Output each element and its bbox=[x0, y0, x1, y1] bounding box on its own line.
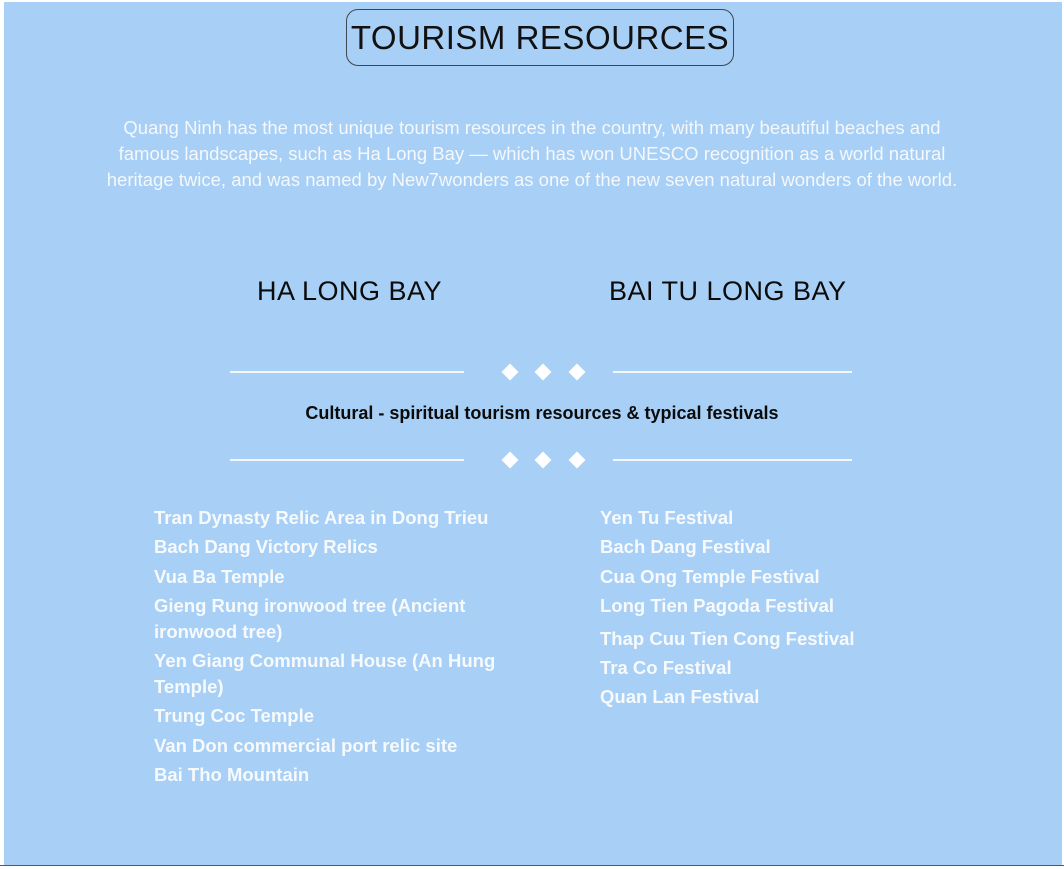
intro-paragraph: Quang Ninh has the most unique tourism r… bbox=[106, 117, 958, 190]
list-item: Tra Co Festival bbox=[600, 657, 732, 678]
section-title: Cultural - spiritual tourism resources &… bbox=[305, 403, 779, 423]
list-item: Yen Tu Festival bbox=[600, 507, 734, 528]
list-item: Yen Giang Communal House (An Hung Temple… bbox=[154, 650, 496, 697]
list-item: Bach Dang Victory Relics bbox=[154, 536, 378, 557]
list-item: Cua Ong Temple Festival bbox=[600, 566, 820, 587]
bottom-border-line bbox=[0, 865, 1064, 866]
divider-line bbox=[613, 459, 852, 461]
list-item: Bach Dang Festival bbox=[600, 536, 771, 557]
list-item: Vua Ba Temple bbox=[154, 566, 285, 587]
list-item: Trung Coc Temple bbox=[154, 705, 315, 726]
list-item: Van Don commercial port relic site bbox=[154, 735, 458, 756]
ornamental-divider-top bbox=[230, 360, 852, 384]
diamond-icon bbox=[534, 451, 552, 469]
diamond-icon bbox=[501, 451, 519, 469]
list-item: Thap Cuu Tien Cong Festival bbox=[600, 628, 855, 649]
diamond-icon bbox=[534, 363, 552, 381]
list-item: Tran Dynasty Relic Area in Dong Trieu bbox=[154, 507, 489, 528]
list-item: Quan Lan Festival bbox=[600, 686, 760, 707]
festivals-list: Yen Tu Festival Bach Dang Festival Cua O… bbox=[600, 505, 900, 710]
divider-line bbox=[613, 371, 852, 373]
ornamental-divider-bottom bbox=[230, 448, 852, 472]
divider-line bbox=[230, 459, 464, 461]
divider-line bbox=[230, 371, 464, 373]
page-title: TOURISM RESOURCES bbox=[346, 9, 734, 66]
bay-heading-ha-long: HA LONG BAY bbox=[257, 276, 443, 306]
list-item: Gieng Rung ironwood tree (Ancient ironwo… bbox=[154, 595, 466, 642]
list-item: Bai Tho Mountain bbox=[154, 764, 310, 785]
list-item: Long Tien Pagoda Festival bbox=[600, 595, 835, 616]
relics-list: Tran Dynasty Relic Area in Dong Trieu Ba… bbox=[154, 505, 504, 788]
diamond-icon bbox=[501, 363, 519, 381]
diamond-icon bbox=[568, 363, 586, 381]
diamond-icon bbox=[568, 451, 586, 469]
bay-heading-bai-tu-long: BAI TU LONG BAY bbox=[609, 276, 847, 306]
